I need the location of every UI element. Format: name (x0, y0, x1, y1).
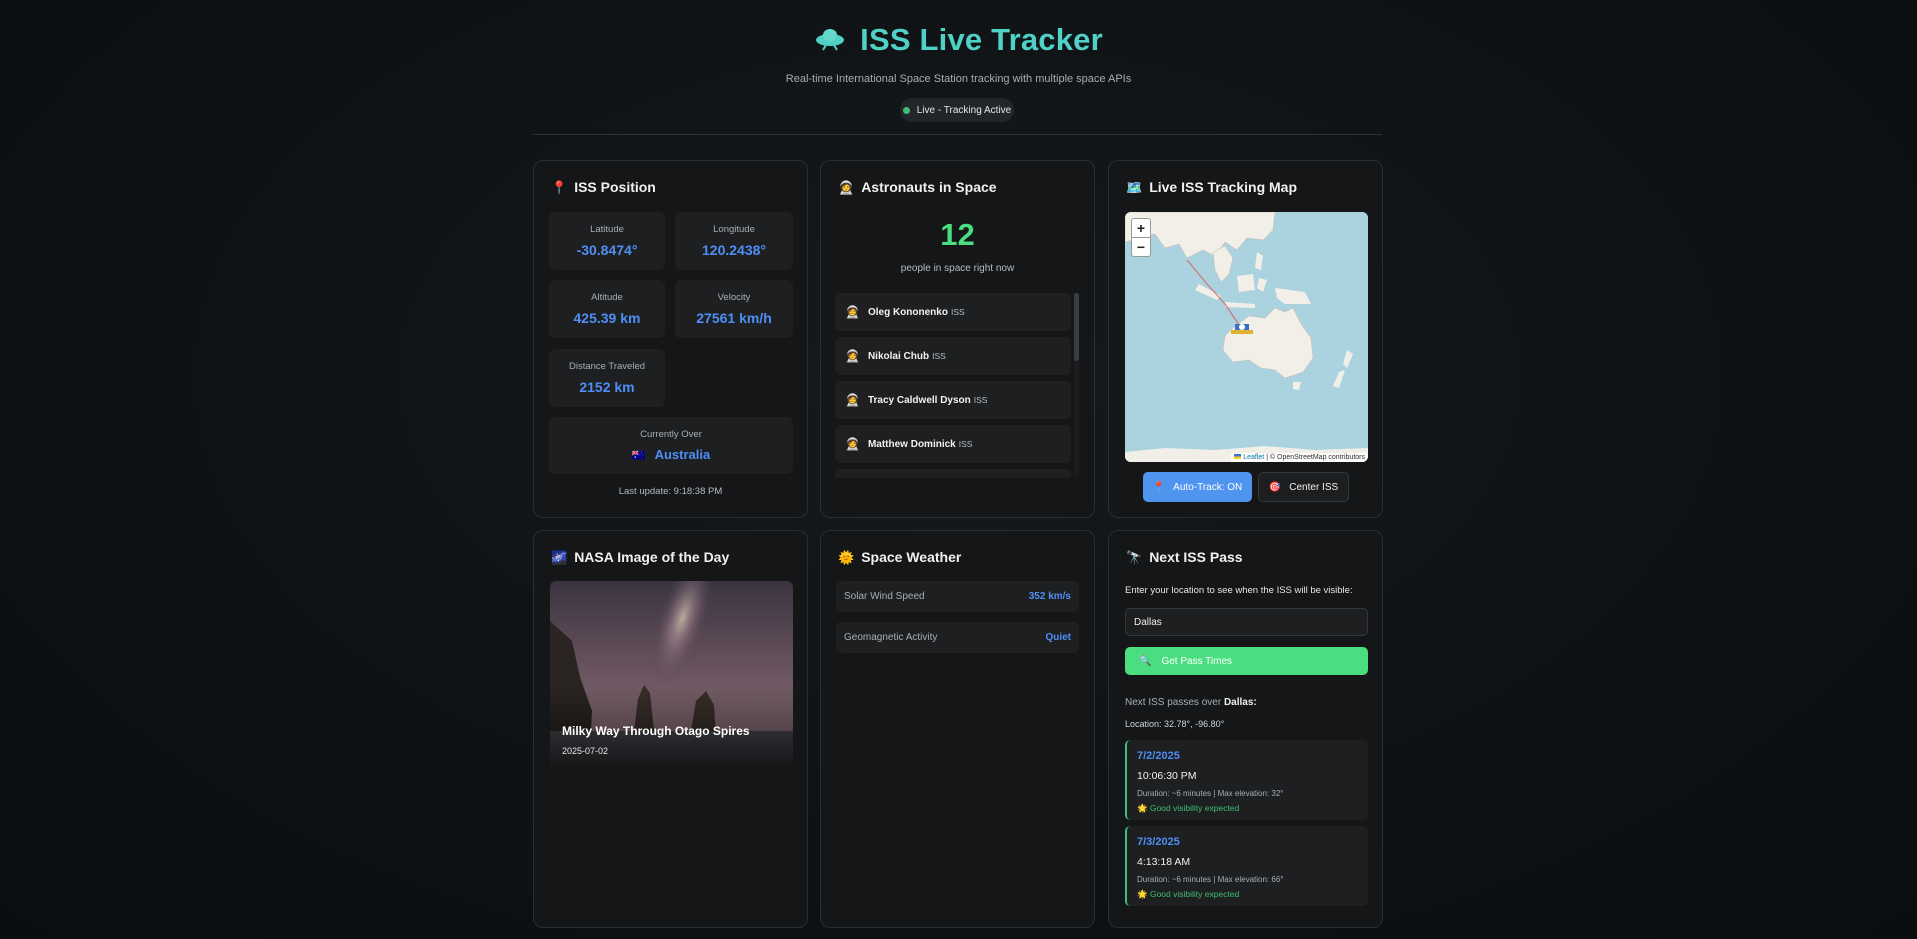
country-value: Australia (654, 447, 711, 462)
astronaut-count-label: people in space right now (900, 263, 1015, 274)
pin-icon: 📍 (551, 179, 568, 195)
center-iss-button[interactable]: 🎯 Center ISS (1258, 472, 1349, 502)
astronaut-icon: 🧑‍🚀 (845, 305, 860, 319)
pass-date: 7/2/2025 (1137, 750, 1180, 762)
altitude-stat: Altitude 425.39 km (549, 280, 665, 338)
telescope-icon: 🔭 (1126, 549, 1143, 565)
pass-date: 7/3/2025 (1137, 836, 1180, 848)
ukraine-flag-icon (1234, 454, 1242, 459)
card-title: 📍 ISS Position (551, 179, 656, 195)
location-input[interactable] (1125, 608, 1368, 636)
card-title: 🧑‍🚀 Astronauts in Space (838, 179, 997, 195)
astronaut-icon: 🧑‍🚀 (838, 179, 855, 195)
pass-location-coords: Location: 32.78°, -96.80° (1125, 719, 1225, 729)
live-status-badge: Live - Tracking Active (900, 98, 1014, 122)
live-dot-icon (902, 106, 910, 114)
currently-over-stat: Currently Over 🇦🇺 Australia (549, 417, 793, 474)
pass-visibility: 🌟 Good visibility expected (1137, 889, 1240, 899)
space-weather-card: 🌞 Space Weather Solar Wind Speed 352 km/… (820, 530, 1095, 928)
iss-position-card: 📍 ISS Position Latitude -30.8474° Longit… (533, 160, 808, 518)
nasa-image-date: 2025-07-02 (562, 746, 609, 756)
pass-time: 4:13:18 AM (1137, 856, 1191, 868)
astronaut-count: 12 (940, 217, 975, 252)
astronaut-icon: 🧑‍🚀 (845, 349, 860, 363)
pass-info: Duration: ~6 minutes | Max elevation: 32… (1137, 789, 1284, 798)
distance-stat: Distance Traveled 2152 km (549, 349, 665, 407)
geomagnetic-row: Geomagnetic Activity Quiet (836, 622, 1079, 653)
get-pass-times-button[interactable]: 🔍 Get Pass Times (1125, 647, 1368, 675)
nasa-card: 🌌 NASA Image of the Day Milky Way Throug… (533, 530, 808, 928)
scrollbar-thumb[interactable] (1074, 293, 1079, 361)
map-tiles (1125, 212, 1368, 462)
header-divider (533, 134, 1382, 135)
list-item: 🧑‍🚀 Matthew Dominick ISS (835, 425, 1071, 463)
pass-result-heading: Next ISS passes over Dallas: (1125, 697, 1257, 708)
velocity-value: 27561 km/h (696, 310, 772, 326)
nasa-image[interactable]: Milky Way Through Otago Spires 2025-07-0… (550, 581, 793, 768)
distance-value: 2152 km (579, 379, 635, 395)
leaflet-link[interactable]: Leaflet (1243, 454, 1264, 461)
longitude-stat: Longitude 120.2438° (675, 212, 793, 270)
page-title: ISS Live Tracker (860, 22, 1103, 57)
map-card: 🗺️ Live ISS Tracking Map + − Leaflet | ©… (1108, 160, 1383, 518)
header-title-row: ISS Live Tracker (0, 22, 1917, 58)
nasa-image-title: Milky Way Through Otago Spires (562, 724, 750, 738)
pin-icon: 📍 (1152, 481, 1166, 493)
astronauts-card: 🧑‍🚀 Astronauts in Space 12 people in spa… (820, 160, 1095, 518)
last-update: Last update: 9:18:38 PM (618, 486, 723, 497)
sun-icon: 🌟 (1137, 803, 1148, 813)
sun-icon: 🌟 (1137, 889, 1148, 899)
solar-wind-value: 352 km/s (1028, 591, 1071, 602)
pass-time: 10:06:30 PM (1137, 770, 1197, 782)
astronaut-icon: 🧑‍🚀 (845, 437, 860, 451)
card-title: 🔭 Next ISS Pass (1126, 549, 1243, 565)
zoom-out-button[interactable]: − (1131, 237, 1151, 257)
geomagnetic-value: Quiet (1045, 632, 1071, 643)
altitude-value: 425.39 km (573, 310, 641, 326)
next-pass-card: 🔭 Next ISS Pass Enter your location to s… (1108, 530, 1383, 928)
live-status-label: Live - Tracking Active (916, 104, 1012, 116)
card-title: 🌌 NASA Image of the Day (551, 549, 730, 565)
velocity-stat: Velocity 27561 km/h (675, 280, 793, 338)
pass-info: Duration: ~6 minutes | Max elevation: 66… (1137, 875, 1284, 884)
nasa-caption: Milky Way Through Otago Spires 2025-07-0… (562, 724, 750, 756)
list-item: 🧑‍🚀 Nikolai Chub ISS (835, 337, 1071, 375)
sun-icon: 🌞 (838, 549, 855, 565)
galaxy-icon: 🌌 (551, 549, 568, 565)
search-icon: 🔍 (1139, 655, 1152, 667)
zoom-in-button[interactable]: + (1131, 218, 1151, 238)
astronaut-list[interactable]: 🧑‍🚀 Oleg Kononenko ISS 🧑‍🚀 Nikolai Chub IS… (835, 293, 1079, 478)
map-icon: 🗺️ (1126, 179, 1143, 195)
page-subtitle: Real-time International Space Station tr… (785, 73, 1132, 85)
flag-icon: 🇦🇺 (631, 450, 646, 462)
astronaut-icon: 🧑‍🚀 (845, 393, 860, 407)
card-title: 🌞 Space Weather (838, 549, 962, 565)
iss-map[interactable]: + − Leaflet | © OpenStreetMap contributo… (1125, 212, 1368, 462)
solar-wind-row: Solar Wind Speed 352 km/s (836, 581, 1079, 612)
auto-track-button[interactable]: 📍 Auto-Track: ON (1143, 472, 1252, 502)
pass-visibility: 🌟 Good visibility expected (1137, 803, 1240, 813)
target-icon: 🎯 (1268, 481, 1282, 493)
flying-saucer-icon (814, 24, 846, 57)
pass-prompt: Enter your location to see when the ISS … (1125, 585, 1353, 596)
pass-item: 7/2/2025 10:06:30 PM Duration: ~6 minute… (1125, 740, 1368, 820)
latitude-value: -30.8474° (576, 242, 638, 258)
card-title: 🗺️ Live ISS Tracking Map (1126, 179, 1298, 195)
map-attribution: Leaflet | © OpenStreetMap contributors (1231, 453, 1368, 462)
list-item: 🧑‍🚀 Oleg Kononenko ISS (835, 293, 1071, 331)
longitude-value: 120.2438° (702, 242, 766, 258)
list-item: 🧑‍🚀 Tracy Caldwell Dyson ISS (835, 381, 1071, 419)
scrollbar[interactable] (1074, 293, 1079, 478)
pass-item: 7/3/2025 4:13:18 AM Duration: ~6 minutes… (1125, 826, 1368, 906)
latitude-stat: Latitude -30.8474° (549, 212, 665, 270)
list-item (835, 469, 1071, 478)
